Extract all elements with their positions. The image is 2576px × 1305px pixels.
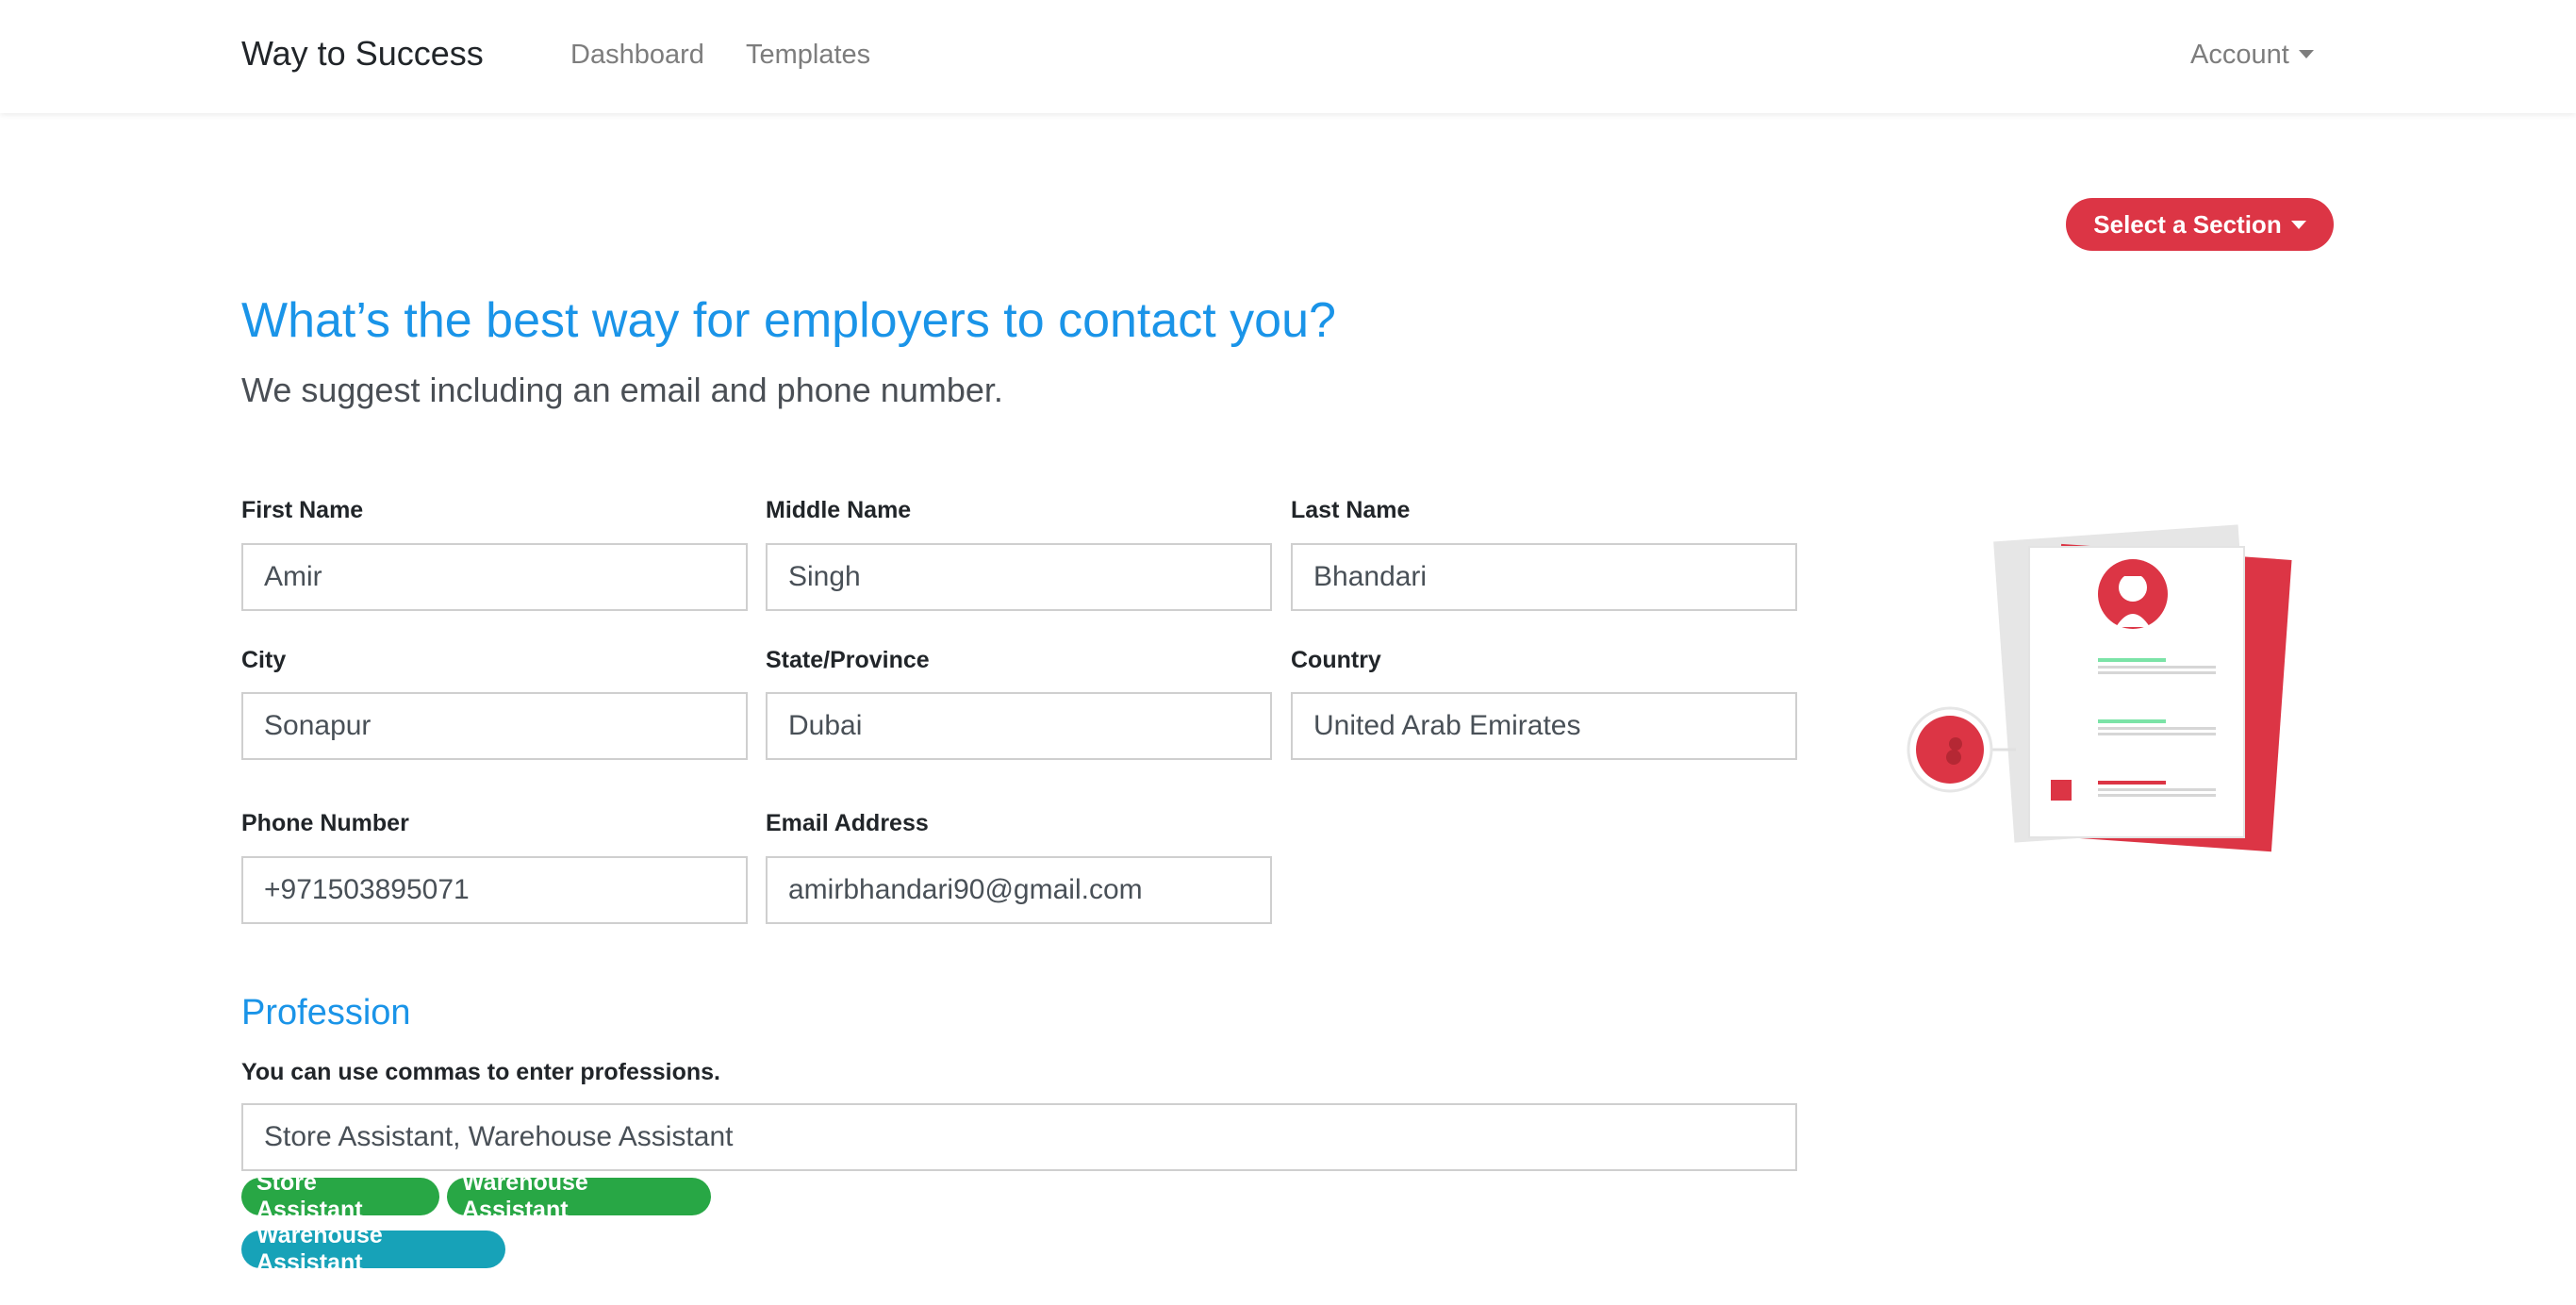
first-name-field[interactable]: Amir bbox=[241, 543, 748, 611]
phone-field[interactable]: +971503895071 bbox=[241, 856, 748, 924]
profession-hint: You can use commas to enter professions. bbox=[241, 1059, 721, 1085]
brand-logo[interactable]: Way to Success bbox=[241, 34, 484, 74]
profession-input[interactable]: Store Assistant, Warehouse Assistant bbox=[241, 1103, 1797, 1171]
profession-tag[interactable]: Warehouse Assistant bbox=[447, 1169, 711, 1223]
state-field[interactable]: Dubai bbox=[766, 692, 1272, 760]
state-label: State/Province bbox=[766, 647, 930, 673]
last-name-label: Last Name bbox=[1291, 497, 1411, 523]
profession-tag[interactable]: Store Assistant bbox=[241, 1169, 439, 1223]
city-field[interactable]: Sonapur bbox=[241, 692, 748, 760]
resume-illustration bbox=[1907, 524, 2292, 852]
email-label: Email Address bbox=[766, 810, 929, 836]
top-navbar: Way to Success Dashboard Templates Accou… bbox=[0, 0, 2576, 113]
select-section-label: Select a Section bbox=[2093, 209, 2282, 239]
account-label: Account bbox=[2190, 40, 2289, 70]
chevron-down-icon bbox=[2290, 220, 2306, 229]
account-dropdown[interactable]: Account bbox=[2190, 40, 2314, 71]
last-name-field[interactable]: Bhandari bbox=[1291, 543, 1797, 611]
nav-dashboard[interactable]: Dashboard bbox=[570, 40, 704, 71]
email-field[interactable]: amirbhandari90@gmail.com bbox=[766, 856, 1272, 924]
country-field[interactable]: United Arab Emirates bbox=[1291, 692, 1797, 760]
phone-label: Phone Number bbox=[241, 810, 409, 836]
middle-name-field[interactable]: Singh bbox=[766, 543, 1272, 611]
first-name-label: First Name bbox=[241, 497, 364, 523]
profession-title: Profession bbox=[241, 993, 411, 1032]
profession-tag-suggestion[interactable]: Warehouse Assistant bbox=[241, 1222, 505, 1276]
country-label: Country bbox=[1291, 647, 1381, 673]
page-subtitle: We suggest including an email and phone … bbox=[241, 371, 1003, 409]
select-section-button[interactable]: Select a Section bbox=[2066, 198, 2334, 251]
chevron-down-icon bbox=[2298, 50, 2314, 58]
page-title: What’s the best way for employers to con… bbox=[241, 293, 1336, 348]
nav-templates[interactable]: Templates bbox=[746, 40, 870, 71]
city-label: City bbox=[241, 647, 287, 673]
middle-name-label: Middle Name bbox=[766, 497, 912, 523]
